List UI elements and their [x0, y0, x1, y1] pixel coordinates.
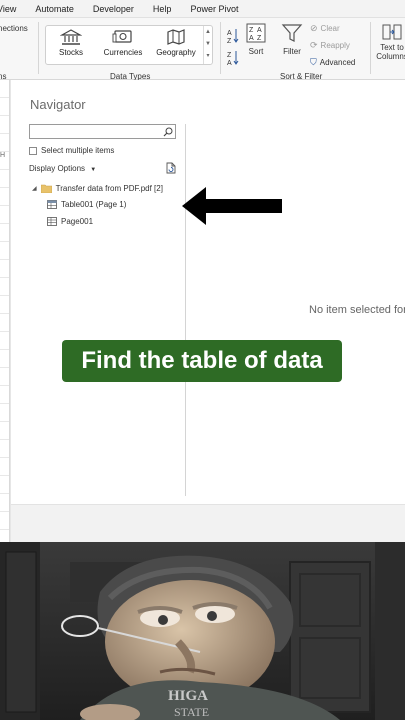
pane-divider[interactable]: [185, 124, 186, 496]
select-multiple-label: Select multiple items: [41, 146, 115, 155]
text-to-columns-button[interactable]: Text to Columns: [376, 23, 405, 61]
advanced-filter-button[interactable]: ⛉ Advanced: [310, 57, 355, 68]
data-types-gallery: Stocks Currencies Geography ▲ ▼ ▾: [45, 25, 213, 65]
display-options-label: Display Options: [29, 164, 86, 173]
tree-root-pdf[interactable]: ◢ Transfer data from PDF.pdf [2]: [32, 184, 163, 193]
sort-icon: Z A A Z: [246, 23, 266, 43]
geography-icon: [167, 29, 185, 45]
ribbon: nections ns Stocks Currencies Geography …: [0, 18, 405, 81]
ribbon-separator: [220, 22, 221, 74]
tree-item-label: Page001: [61, 217, 94, 226]
worksheet-edge[interactable]: [0, 80, 10, 542]
stocks-label: Stocks: [58, 48, 83, 57]
stocks-button[interactable]: Stocks: [48, 28, 94, 57]
advanced-filter-icon: ⛉: [310, 57, 317, 67]
svg-text:Z: Z: [227, 52, 232, 59]
reapply-label: Reapply: [320, 41, 350, 50]
reapply-filter-button[interactable]: ⟳ Reapply: [310, 40, 350, 51]
data-types-scroll[interactable]: ▲ ▼ ▾: [203, 26, 212, 64]
reaction-image: HIGA STATE: [0, 542, 405, 720]
column-header-h[interactable]: H: [0, 152, 5, 159]
tree-root-label: Transfer data from PDF.pdf [2]: [55, 184, 163, 193]
menu-automate[interactable]: Automate: [35, 4, 74, 14]
svg-text:A: A: [227, 60, 232, 66]
menu-developer[interactable]: Developer: [93, 4, 134, 14]
svg-text:Z: Z: [227, 38, 232, 45]
reaction-image-art: HIGA STATE: [0, 542, 405, 720]
tree-item-page001[interactable]: Page001: [47, 217, 93, 226]
filter-label: Filter: [283, 47, 301, 56]
currencies-icon: [112, 30, 132, 43]
text-to-columns-line1: Text to: [380, 43, 404, 52]
clear-filter-label: Clear: [320, 24, 340, 33]
checkbox-box[interactable]: [29, 146, 37, 155]
video-caption: Find the table of data: [62, 340, 342, 382]
tree-item-label: Table001 (Page 1): [61, 200, 127, 209]
preview-empty-message: No item selected for preview: [309, 304, 405, 316]
left-arrow-icon: [182, 187, 282, 225]
svg-text:A: A: [227, 30, 232, 37]
currencies-button[interactable]: Currencies: [100, 28, 146, 57]
menu-view[interactable]: View: [0, 4, 16, 14]
stocks-icon: [60, 29, 82, 45]
ribbon-menu-bar: View Automate Developer Help Power Pivot: [0, 0, 405, 18]
ribbon-connections-fragment[interactable]: nections: [0, 24, 28, 33]
menu-help[interactable]: Help: [153, 4, 172, 14]
chevron-down-icon: ▼: [90, 167, 97, 173]
screen: View Automate Developer Help Power Pivot…: [0, 0, 405, 720]
table-icon: [47, 200, 57, 209]
sort-label: Sort: [248, 47, 264, 56]
select-multiple-checkbox[interactable]: Select multiple items: [29, 146, 114, 155]
geography-label: Geography: [156, 48, 196, 57]
search-input[interactable]: [29, 124, 176, 139]
svg-text:A: A: [249, 35, 254, 42]
dialog-title: Navigator: [30, 97, 86, 112]
refresh-icon[interactable]: [165, 162, 176, 174]
svg-text:Z: Z: [249, 27, 254, 34]
sort-button[interactable]: Z A A Z Sort: [245, 23, 267, 56]
tree-item-table001[interactable]: Table001 (Page 1): [47, 200, 126, 209]
svg-text:HIGA: HIGA: [168, 688, 208, 704]
clear-filter-icon: ⊘: [310, 23, 318, 33]
advanced-label: Advanced: [319, 58, 356, 67]
clear-filter-button[interactable]: ⊘ Clear: [310, 23, 340, 34]
svg-text:STATE: STATE: [174, 705, 209, 719]
reapply-icon: ⟳: [310, 40, 318, 50]
text-to-columns-icon: [382, 24, 402, 40]
folder-icon: [40, 184, 52, 193]
dialog-footer: [11, 504, 405, 542]
ribbon-separator: [38, 22, 39, 74]
collapse-triangle-icon[interactable]: ◢: [32, 185, 37, 192]
svg-text:Z: Z: [257, 35, 262, 42]
filter-button[interactable]: Filter: [279, 23, 305, 56]
text-to-columns-line2: Columns: [376, 52, 405, 61]
svg-text:A: A: [257, 27, 262, 34]
navigator-dialog: Navigator Select multiple items Display …: [10, 80, 405, 542]
display-options-dropdown[interactable]: Display Options ▼: [29, 162, 176, 174]
filter-funnel-icon: [281, 24, 303, 42]
page-table-icon: [47, 217, 57, 226]
currencies-label: Currencies: [103, 48, 143, 57]
search-icon: [163, 127, 173, 137]
ribbon-separator: [370, 22, 371, 74]
geography-button[interactable]: Geography: [153, 28, 199, 57]
menu-power-pivot[interactable]: Power Pivot: [190, 4, 238, 14]
sort-az-icon[interactable]: A Z Z A: [226, 26, 240, 66]
